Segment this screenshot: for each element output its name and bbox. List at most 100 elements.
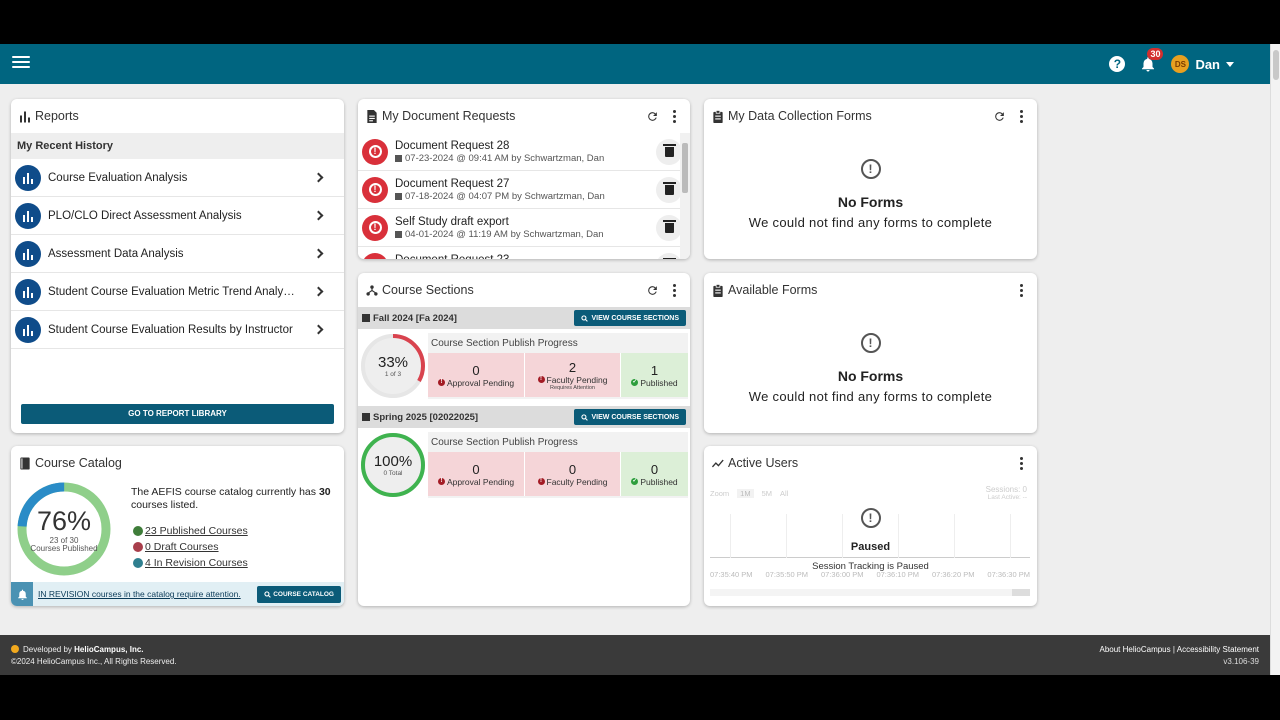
document-list-scrollbar[interactable] bbox=[680, 133, 690, 259]
faculty-pending-cell[interactable]: 2 ! Faculty Pending Requires Attention bbox=[524, 353, 620, 397]
catalog-links: 23 Published Courses 0 Draft Courses 4 In … bbox=[133, 523, 248, 571]
report-item[interactable]: PLO/CLO Direct Assessment Analysis bbox=[11, 197, 344, 235]
user-name: Dan bbox=[1195, 56, 1220, 72]
view-course-sections-button[interactable]: VIEW COURSE SECTIONS bbox=[574, 310, 686, 326]
alert-icon: ! bbox=[437, 379, 445, 386]
report-item[interactable]: Student Course Evaluation Results by Ins… bbox=[11, 311, 344, 349]
course-catalog-title: Course Catalog bbox=[35, 456, 122, 470]
bar-chart-icon bbox=[15, 240, 41, 267]
report-item[interactable]: Assessment Data Analysis bbox=[11, 235, 344, 273]
term-block: Fall 2024 [Fa 2024] VIEW COURSE SECTIONS… bbox=[358, 307, 690, 405]
refresh-icon[interactable] bbox=[644, 108, 660, 124]
help-icon[interactable]: ? bbox=[1109, 56, 1126, 72]
trash-icon bbox=[662, 143, 676, 157]
chevron-right-icon bbox=[313, 210, 324, 221]
refresh-icon[interactable] bbox=[644, 282, 660, 298]
kebab-menu-icon[interactable] bbox=[1013, 108, 1029, 124]
document-list: ! Document Request 28 07-23-2024 @ 09:41… bbox=[358, 133, 690, 259]
search-icon bbox=[581, 413, 589, 421]
sessions-info: Sessions: 0 Last Active: -- bbox=[986, 486, 1027, 502]
zoom-all-button[interactable]: All bbox=[780, 489, 788, 498]
document-request-row[interactable]: ! Self Study draft export 04-01-2024 @ 1… bbox=[358, 209, 690, 247]
publish-percent: 33% bbox=[377, 354, 409, 371]
trending-line-icon bbox=[712, 459, 724, 467]
document-request-row[interactable]: ! Document Request 28 07-23-2024 @ 09:41… bbox=[358, 133, 690, 171]
bar-chart-icon bbox=[15, 316, 41, 343]
search-icon bbox=[264, 590, 271, 598]
version: v3.106-39 bbox=[1223, 657, 1259, 666]
bar-chart-icon bbox=[20, 111, 30, 122]
document-request-row[interactable]: ! Document Request 23 bbox=[358, 247, 690, 259]
delete-request-button[interactable] bbox=[656, 138, 682, 165]
document-title: Document Request 28 bbox=[395, 139, 510, 152]
report-item[interactable]: Student Course Evaluation Metric Trend A… bbox=[11, 273, 344, 311]
report-item[interactable]: Course Evaluation Analysis bbox=[11, 159, 344, 197]
heliocampus-logo-icon bbox=[11, 645, 19, 653]
zoom-controls: Zoom 1M 5M All bbox=[710, 489, 788, 498]
alert-icon: ! bbox=[537, 376, 545, 383]
document-request-row[interactable]: ! Document Request 27 07-18-2024 @ 04:07… bbox=[358, 171, 690, 209]
notifications-bell-icon[interactable]: 30 bbox=[1139, 48, 1164, 73]
published-cell[interactable]: 1 ✓ Published bbox=[620, 353, 688, 397]
delete-request-button[interactable] bbox=[656, 252, 682, 259]
copyright: ©2024 HelioCampus Inc., All Rights Reser… bbox=[11, 657, 177, 666]
go-to-report-library-button[interactable]: GO TO REPORT LIBRARY bbox=[21, 404, 334, 424]
delete-request-button[interactable] bbox=[656, 214, 682, 241]
zoom-label: Zoom bbox=[710, 489, 730, 498]
calendar-icon bbox=[395, 230, 402, 238]
approval-pending-cell[interactable]: 0 ! Approval Pending bbox=[428, 353, 524, 397]
delete-request-button[interactable] bbox=[656, 176, 682, 203]
catalog-link[interactable]: 4 In Revision Courses bbox=[133, 555, 248, 571]
course-catalog-button[interactable]: COURSE CATALOG bbox=[257, 585, 341, 603]
kebab-menu-icon[interactable] bbox=[1013, 455, 1029, 471]
developer-name: HelioCampus, Inc. bbox=[74, 645, 144, 654]
status-dot-icon bbox=[133, 526, 143, 536]
hamburger-menu-icon[interactable] bbox=[12, 56, 30, 72]
faculty-pending-cell[interactable]: 0 ! Faculty Pending bbox=[524, 452, 620, 496]
refresh-icon[interactable] bbox=[991, 108, 1007, 124]
kebab-menu-icon[interactable] bbox=[1013, 282, 1029, 298]
paused-text: Session Tracking is Paused bbox=[812, 561, 929, 572]
catalog-alert-link[interactable]: IN REVISION courses in the catalog requi… bbox=[33, 589, 257, 599]
available-forms-title: Available Forms bbox=[728, 283, 818, 297]
empty-title: No Forms bbox=[837, 368, 904, 384]
active-users-card: Active Users Zoom 1M 5M All Sessions: 0 … bbox=[704, 446, 1037, 606]
check-circle-icon: ✓ bbox=[631, 478, 639, 485]
report-item-label: Assessment Data Analysis bbox=[48, 247, 184, 260]
calendar-icon bbox=[362, 413, 370, 421]
alert-icon: ! bbox=[537, 478, 545, 485]
about-heliocampus-link[interactable]: About HelioCampus bbox=[1099, 645, 1170, 654]
alert-circle-icon: ! bbox=[860, 508, 881, 528]
kebab-menu-icon[interactable] bbox=[666, 108, 682, 124]
user-menu[interactable]: DS Dan bbox=[1171, 55, 1234, 73]
published-cell[interactable]: 0 ✓ Published bbox=[620, 452, 688, 496]
catalog-link[interactable]: 0 Draft Courses bbox=[133, 539, 248, 555]
document-meta: 07-23-2024 @ 09:41 AM by Schwartzman, Da… bbox=[405, 152, 605, 164]
zoom-1m-button[interactable]: 1M bbox=[737, 489, 754, 498]
page-scrollbar[interactable] bbox=[1270, 44, 1280, 675]
document-meta: 04-01-2024 @ 11:19 AM by Schwartzman, Da… bbox=[405, 228, 604, 240]
paused-state: ! Paused Session Tracking is Paused bbox=[704, 508, 1037, 572]
zoom-5m-button[interactable]: 5M bbox=[762, 489, 772, 498]
accessibility-statement-link[interactable]: Accessibility Statement bbox=[1177, 645, 1259, 654]
data-collection-forms-title: My Data Collection Forms bbox=[728, 109, 872, 123]
kebab-menu-icon[interactable] bbox=[666, 282, 682, 298]
alert-circle-icon: ! bbox=[860, 159, 881, 179]
report-item-label: PLO/CLO Direct Assessment Analysis bbox=[48, 209, 242, 222]
document-requests-card: My Document Requests ! Document Request … bbox=[358, 99, 690, 259]
sessions-count: Sessions: 0 bbox=[985, 485, 1027, 494]
data-collection-forms-card: My Data Collection Forms ! No Forms We c… bbox=[704, 99, 1037, 259]
clipboard-icon bbox=[713, 109, 723, 123]
error-status-icon: ! bbox=[362, 176, 388, 203]
publish-count: 1 of 3 bbox=[384, 371, 402, 378]
publish-count: 0 Total bbox=[383, 470, 403, 477]
approval-pending-cell[interactable]: 0 ! Approval Pending bbox=[428, 452, 524, 496]
catalog-link[interactable]: 23 Published Courses bbox=[133, 523, 248, 539]
report-list: Course Evaluation Analysis PLO/CLO Direc… bbox=[11, 159, 344, 349]
view-course-sections-button[interactable]: VIEW COURSE SECTIONS bbox=[574, 409, 686, 425]
status-dot-icon bbox=[133, 558, 143, 568]
chart-navigator[interactable] bbox=[710, 589, 1030, 596]
publish-progress-title: Course Section Publish Progress bbox=[431, 437, 578, 448]
course-sections-card: Course Sections Fall 2024 [Fa 2024] VIEW… bbox=[358, 273, 690, 606]
bell-icon bbox=[11, 582, 33, 606]
